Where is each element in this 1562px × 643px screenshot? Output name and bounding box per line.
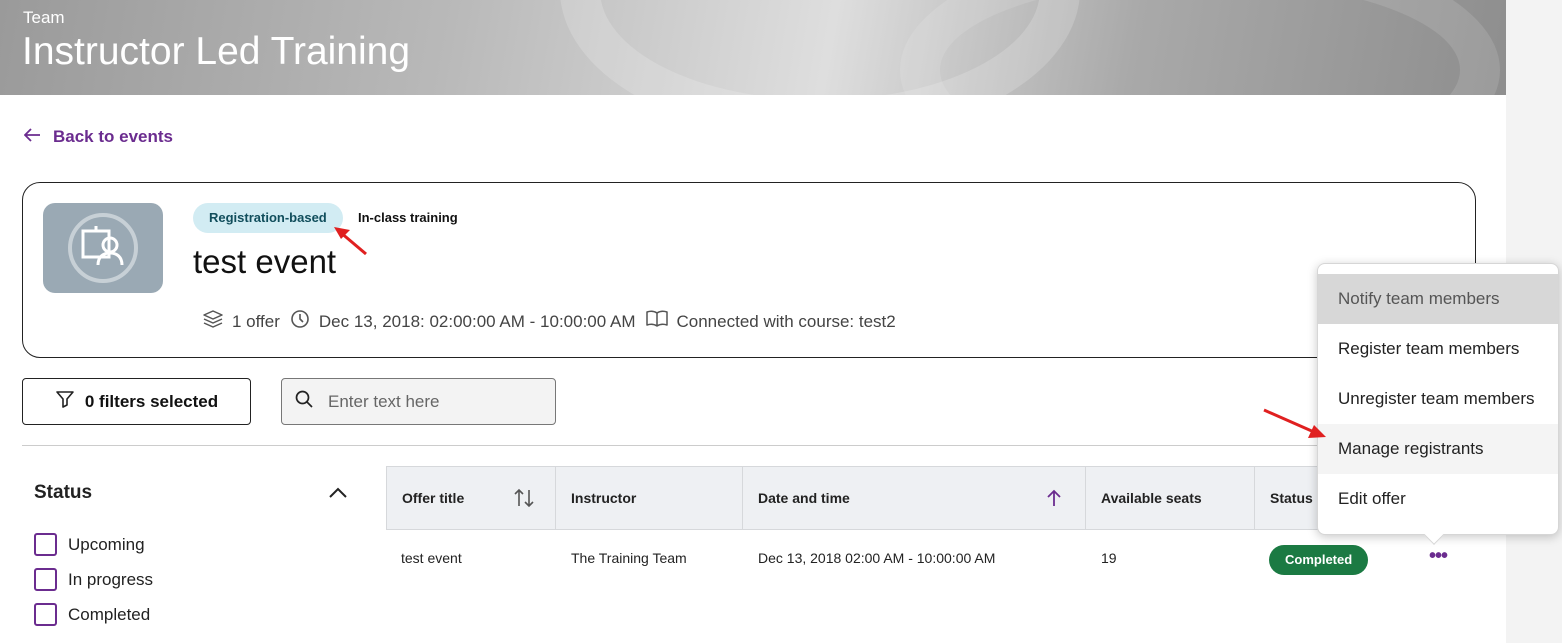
event-meta: 1 offer Dec 13, 2018: 02:00:00 AM - 10:0… (203, 309, 906, 334)
status-option-label: Completed (68, 604, 151, 624)
connected-course: Connected with course: test2 (645, 310, 896, 333)
row-actions-menu: Notify team members Register team member… (1317, 263, 1559, 535)
checkbox[interactable] (34, 533, 57, 556)
column-header-date-time[interactable]: Date and time (743, 467, 1086, 529)
status-option-completed[interactable]: Completed (34, 603, 150, 626)
checkbox[interactable] (34, 568, 57, 591)
status-option-label: In progress (68, 569, 154, 589)
column-label: Available seats (1101, 490, 1202, 506)
column-label: Status (1270, 490, 1313, 506)
instructor-icon (68, 213, 138, 283)
search-icon (294, 389, 314, 414)
filters-button[interactable]: 0 filters selected (22, 378, 251, 425)
back-to-events-link[interactable]: Back to events (23, 127, 173, 147)
status-badge: Completed (1269, 545, 1369, 575)
back-link-label: Back to events (53, 127, 173, 146)
menu-item-unregister-team-members[interactable]: Unregister team members (1318, 374, 1558, 424)
cell-date-time: Dec 13, 2018 02:00 AM - 10:00:00 AM (758, 550, 996, 566)
cell-offer-title[interactable]: test event (401, 550, 462, 566)
menu-item-notify-team-members[interactable]: Notify team members (1318, 274, 1558, 324)
search-input[interactable] (328, 391, 528, 412)
sort-ascending-icon[interactable] (1046, 489, 1062, 510)
book-icon (645, 310, 668, 333)
column-header-available-seats[interactable]: Available seats (1086, 467, 1255, 529)
divider (22, 445, 1476, 446)
banner-eyebrow: Team (23, 8, 65, 27)
menu-item-edit-offer[interactable]: Edit offer (1318, 474, 1558, 524)
clock-icon (290, 309, 310, 334)
column-header-instructor[interactable]: Instructor (556, 467, 743, 529)
connected-course-text: Connected with course: test2 (676, 311, 896, 331)
column-label: Offer title (402, 490, 465, 506)
layers-icon (203, 309, 223, 334)
filter-icon (55, 389, 75, 414)
sort-icon[interactable] (513, 488, 535, 511)
chevron-up-icon (327, 487, 349, 508)
collapse-button[interactable] (327, 482, 349, 509)
banner-swirl (900, 0, 1500, 95)
event-type-label: In-class training (358, 210, 458, 225)
page-banner: Team Instructor Led Training (0, 0, 1506, 95)
column-header-offer-title[interactable]: Offer title (387, 467, 556, 529)
status-option-in-progress[interactable]: In progress (34, 568, 153, 591)
search-box[interactable] (281, 378, 556, 425)
status-filter-title: Status (34, 482, 93, 503)
column-label: Instructor (571, 490, 637, 506)
checkbox[interactable] (34, 603, 57, 626)
event-title: test event (193, 243, 337, 280)
event-card: Registration-based In-class training tes… (22, 182, 1476, 358)
event-datetime-text: Dec 13, 2018: 02:00:00 AM - 10:00:00 AM (318, 311, 636, 331)
event-thumbnail (43, 203, 163, 293)
event-datetime: Dec 13, 2018: 02:00:00 AM - 10:00:00 AM (290, 309, 636, 334)
registration-badge: Registration-based (193, 203, 343, 233)
page-title: Instructor Led Training (22, 30, 411, 73)
filters-button-label: 0 filters selected (84, 391, 219, 411)
more-dots-icon: ••• (1429, 545, 1448, 567)
table-header: Offer title Instructor Date and time Ava… (386, 466, 1476, 530)
status-option-upcoming[interactable]: Upcoming (34, 533, 145, 556)
offer-count: 1 offer (203, 309, 280, 334)
cell-available-seats: 19 (1101, 550, 1117, 566)
offer-count-text: 1 offer (232, 311, 280, 331)
arrow-left-icon (23, 127, 41, 147)
status-option-label: Upcoming (68, 534, 145, 554)
more-actions-button[interactable]: ••• (1429, 546, 1448, 566)
menu-item-manage-registrants[interactable]: Manage registrants (1318, 424, 1558, 474)
menu-item-register-team-members[interactable]: Register team members (1318, 324, 1558, 374)
column-label: Date and time (758, 490, 850, 506)
cell-instructor: The Training Team (571, 550, 687, 566)
